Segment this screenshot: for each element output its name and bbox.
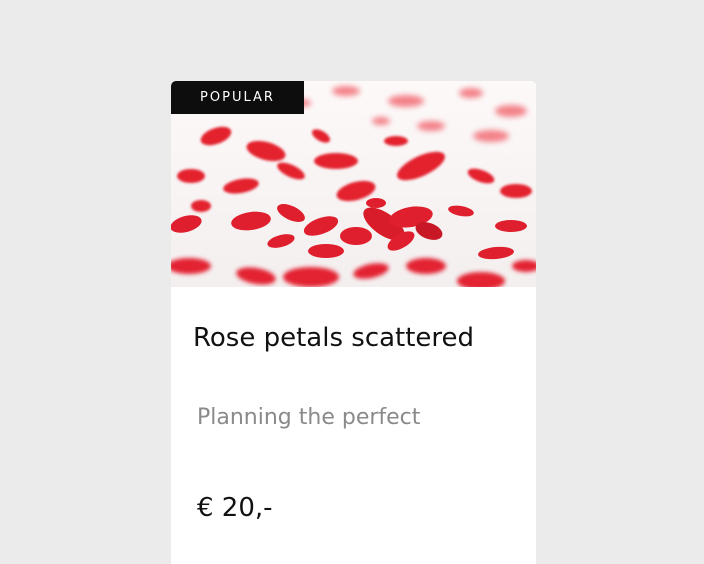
product-card[interactable]: POPULAR Rose petals scattered Planning t… — [171, 81, 536, 564]
product-image[interactable]: POPULAR — [171, 81, 536, 287]
popular-badge: POPULAR — [171, 81, 304, 114]
product-subtitle: Planning the perfect — [197, 405, 421, 430]
product-price: € 20,- — [197, 493, 273, 523]
product-title: Rose petals scattered — [193, 323, 475, 353]
